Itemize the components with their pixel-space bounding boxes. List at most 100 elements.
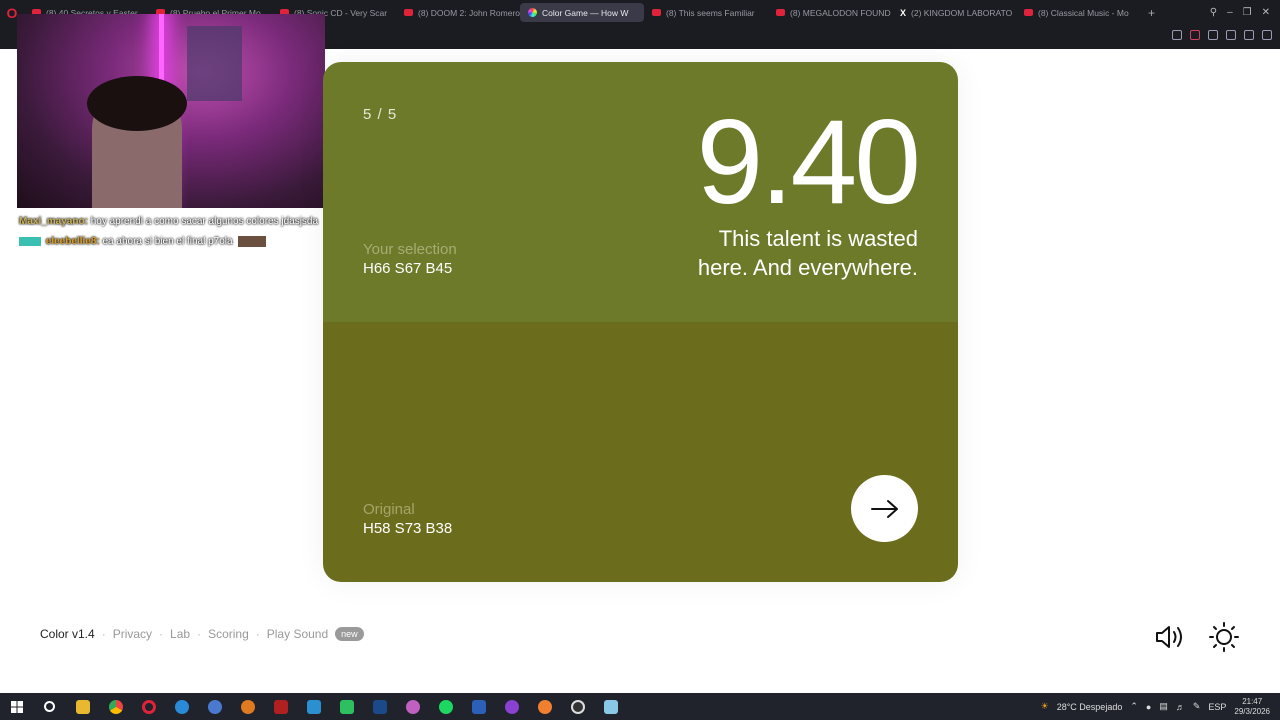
microphone-icon[interactable]: ●: [1146, 702, 1151, 712]
separator: ·: [159, 627, 164, 641]
language-indicator[interactable]: ESP: [1208, 702, 1226, 712]
chat-message: Maxi_mayano: hoy aprendi a como sacar al…: [19, 212, 349, 232]
browser-tab[interactable]: (8) MEGALODON FOUND: [768, 3, 892, 22]
tab-label: Color Game — How W: [542, 7, 629, 18]
profile-icon[interactable]: [1226, 30, 1236, 40]
youtube-icon: [652, 9, 661, 16]
selection-label: Your selection: [363, 241, 457, 258]
weather-icon: ☀: [1040, 701, 1049, 711]
vpn-icon[interactable]: [1190, 30, 1200, 40]
taskbar-app[interactable]: [429, 693, 462, 720]
tab-label: (2) KINGDOM LABORATO: [911, 7, 1013, 18]
search-button[interactable]: [33, 693, 66, 720]
taskbar-app[interactable]: [66, 693, 99, 720]
taskbar-app[interactable]: [561, 693, 594, 720]
color-wheel-icon: [528, 8, 537, 17]
taskbar-app[interactable]: [165, 693, 198, 720]
browser-tab-active[interactable]: Color Game — How W: [520, 3, 644, 22]
taskbar-app[interactable]: [330, 693, 363, 720]
youtube-icon: [404, 9, 413, 16]
browser-tab[interactable]: (8) Classical Music - Mo: [1016, 3, 1140, 22]
new-tab-button[interactable]: +: [1140, 6, 1163, 20]
taskbar-app[interactable]: [396, 693, 429, 720]
volume-icon[interactable]: ♬: [1176, 702, 1185, 712]
taskbar-app[interactable]: [528, 693, 561, 720]
privacy-link[interactable]: Privacy: [113, 627, 152, 641]
app-icon: [537, 699, 552, 714]
separator: ·: [101, 627, 106, 641]
tab-label: (8) This seems Familiar: [666, 7, 755, 18]
file-explorer-icon: [75, 699, 90, 714]
chat-text: ea ahora si bien el final p7ola: [102, 236, 233, 247]
lab-link[interactable]: Lab: [170, 627, 190, 641]
taskbar-app[interactable]: [231, 693, 264, 720]
round-counter: 5 / 5: [363, 106, 398, 123]
taskbar-app[interactable]: [495, 693, 528, 720]
app-icon: [240, 699, 255, 714]
extension-icon[interactable]: [1172, 30, 1182, 40]
clock[interactable]: 21:47 29/3/2026: [1234, 697, 1270, 717]
taskbar-app[interactable]: [264, 693, 297, 720]
word-icon: [471, 699, 486, 714]
speaker-icon: [1156, 626, 1182, 648]
opera-icon: [141, 699, 156, 714]
weather-text[interactable]: 28°C Despejado: [1057, 702, 1123, 712]
close-icon[interactable]: ✕: [1262, 7, 1270, 18]
wall-poster: [187, 26, 242, 101]
chat-badge-icon: [19, 236, 41, 246]
download-icon[interactable]: [1244, 30, 1254, 40]
new-badge: new: [335, 627, 364, 641]
taskbar-app[interactable]: [462, 693, 495, 720]
chevron-up-icon[interactable]: ⌃: [1130, 701, 1138, 712]
comment-line: This talent is wasted: [718, 226, 918, 251]
app-version: Color v1.4: [40, 627, 95, 641]
next-button[interactable]: [851, 475, 918, 542]
comment-line: here. And everywhere.: [697, 255, 918, 280]
streamer-hair: [87, 76, 187, 131]
search-icon[interactable]: ⚲: [1210, 7, 1217, 18]
selection-swatch: 5 / 5 9.40 This talent is wasted here. A…: [323, 62, 958, 322]
scoring-link[interactable]: Scoring: [208, 627, 249, 641]
chat-text: hoy aprendi a como sacar algunos colores…: [90, 216, 319, 227]
taskbar-app[interactable]: [363, 693, 396, 720]
result-card: 5 / 5 9.40 This talent is wasted here. A…: [323, 62, 958, 582]
voicemeeter-icon: [273, 699, 288, 714]
snapshot-icon[interactable]: [1208, 30, 1218, 40]
separator: ·: [255, 627, 260, 641]
pen-icon[interactable]: ✎: [1193, 701, 1201, 712]
taskbar-app[interactable]: [594, 693, 627, 720]
terminal-icon: [372, 699, 387, 714]
tab-label: (8) DOOM 2: John Romero: [418, 7, 520, 18]
youtube-icon: [776, 9, 785, 16]
sun-icon: [1209, 622, 1239, 652]
taskbar-app[interactable]: [297, 693, 330, 720]
taskbar-app[interactable]: [132, 693, 165, 720]
taskbar-app[interactable]: [198, 693, 231, 720]
clock-time: 21:47: [1242, 696, 1263, 706]
browser-tab[interactable]: X (2) KINGDOM LABORATO: [892, 3, 1016, 22]
play-sound-link[interactable]: Play Sound: [267, 627, 328, 641]
youtube-icon: [1024, 9, 1033, 16]
browser-tab[interactable]: (8) DOOM 2: John Romero: [396, 3, 520, 22]
search-icon: [44, 701, 55, 712]
pycharm-icon: [339, 699, 354, 714]
minimize-icon[interactable]: –: [1227, 7, 1233, 18]
chat-overlay: Maxi_mayano: hoy aprendi a como sacar al…: [19, 212, 349, 252]
windows-icon: [10, 700, 23, 713]
app-icon: [207, 699, 222, 714]
system-tray: ☀ 28°C Despejado ⌃ ● ▤ ♬ ✎ ESP 21:47 29/…: [1041, 697, 1280, 717]
tab-label: (8) MEGALODON FOUND: [790, 7, 891, 18]
start-button[interactable]: [0, 693, 33, 720]
photos-icon: [306, 699, 321, 714]
browser-tab[interactable]: (8) This seems Familiar: [644, 3, 768, 22]
restore-icon[interactable]: ❐: [1243, 7, 1252, 18]
sound-toggle-button[interactable]: [1153, 621, 1187, 653]
toolbar-icons: [1172, 30, 1272, 40]
score-comment: This talent is wasted here. And everywhe…: [578, 224, 918, 282]
menu-icon[interactable]: [1262, 30, 1272, 40]
network-icon[interactable]: ▤: [1159, 701, 1168, 712]
chat-message: eleebellie8: ea ahora si bien el final p…: [19, 232, 349, 252]
chat-username: Maxi_mayano:: [19, 216, 88, 227]
theme-toggle-button[interactable]: [1207, 621, 1241, 653]
taskbar-app[interactable]: [99, 693, 132, 720]
